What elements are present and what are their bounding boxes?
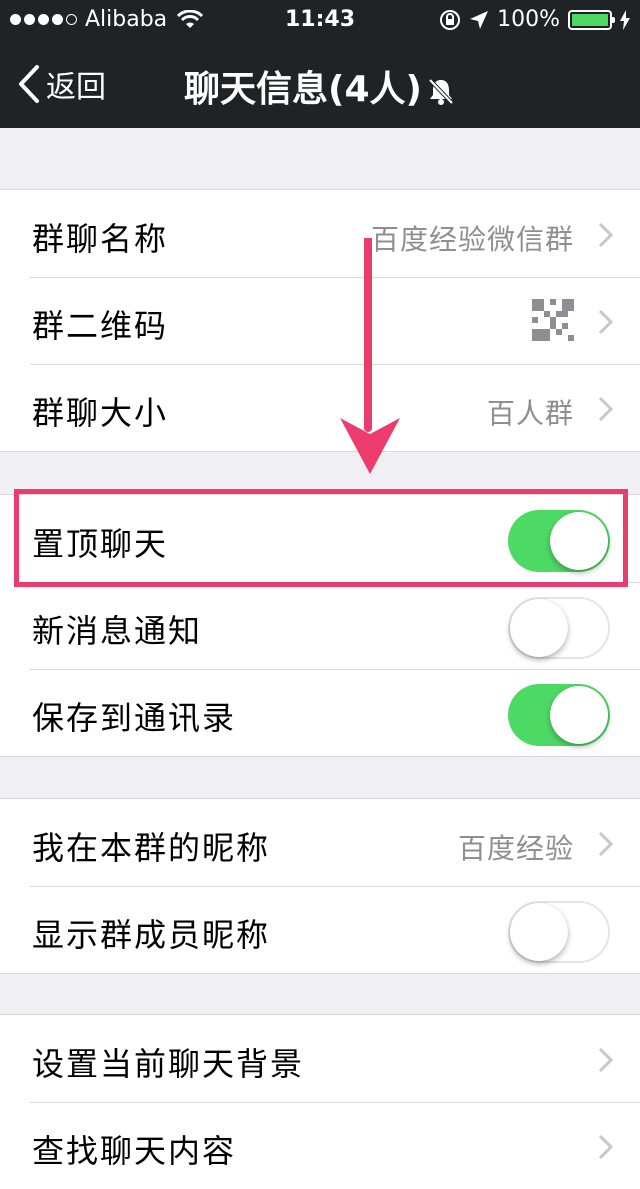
- save-to-contacts-toggle[interactable]: [508, 684, 610, 746]
- status-right: 100%: [439, 7, 630, 32]
- svg-text:jingyan.baidu.com: jingyan.baidu.com: [497, 1085, 595, 1099]
- toggle-knob: [510, 599, 568, 657]
- cell-new-message-notification: 新消息通知: [0, 582, 640, 669]
- toggle-knob: [510, 903, 568, 961]
- cell-label: 显示群成员昵称: [32, 916, 271, 954]
- cell-group-qr-code[interactable]: 群二维码: [0, 277, 640, 364]
- cell-value: 百度经验: [457, 832, 574, 865]
- cell-value: 百人群: [486, 397, 574, 430]
- notification-toggle[interactable]: [508, 597, 610, 659]
- cell-my-nickname[interactable]: 我在本群的昵称 百度经验: [0, 799, 640, 886]
- page-title-text: 聊天信息(4人): [184, 69, 422, 110]
- svg-text:Bai: Bai: [494, 1050, 520, 1070]
- group-info: 群聊名称 百度经验微信群 群二维码 群聊大小 百人群: [0, 189, 640, 452]
- cell-pin-chat: 置顶聊天: [0, 495, 640, 582]
- cell-label: 群聊名称: [32, 220, 169, 258]
- chevron-right-icon: [598, 831, 614, 857]
- location-arrow-icon: [470, 10, 489, 29]
- qr-code-icon: [532, 299, 574, 341]
- cell-label: 群二维码: [32, 307, 169, 345]
- status-bar: Alibaba 11:43 100%: [0, 0, 640, 40]
- navigation-bar: 返回 聊天信息(4人): [0, 40, 640, 128]
- cell-label: 我在本群的昵称: [32, 829, 271, 867]
- cell-label: 群聊大小: [32, 394, 169, 432]
- battery-percent: 100%: [497, 7, 560, 32]
- baidu-jingyan-watermark: Bai 经验 jingyan.baidu.com: [494, 1042, 602, 1099]
- group-toggles: 置顶聊天 新消息通知 保存到通讯录: [0, 494, 640, 757]
- page-title: 聊天信息(4人): [0, 60, 640, 112]
- cell-show-member-nicknames: 显示群成员昵称: [0, 886, 640, 973]
- cell-save-to-contacts: 保存到通讯录: [0, 669, 640, 756]
- toggle-knob: [550, 686, 608, 744]
- show-nicknames-toggle[interactable]: [508, 901, 610, 963]
- battery-icon: [568, 9, 615, 30]
- group-nickname: 我在本群的昵称 百度经验 显示群成员昵称: [0, 798, 640, 974]
- toggle-knob: [550, 512, 608, 570]
- cell-label: 设置当前聊天背景: [32, 1045, 305, 1083]
- cell-label: 保存到通讯录: [32, 699, 237, 737]
- cell-search-chat[interactable]: 查找聊天内容: [0, 1102, 640, 1189]
- pin-chat-toggle[interactable]: [508, 510, 610, 572]
- svg-text:经验: 经验: [566, 1050, 602, 1071]
- cell-group-size[interactable]: 群聊大小 百人群: [0, 364, 640, 451]
- cell-group-name[interactable]: 群聊名称 百度经验微信群: [0, 190, 640, 277]
- cell-label: 查找聊天内容: [32, 1132, 237, 1170]
- charging-icon: [620, 9, 630, 30]
- chevron-right-icon: [598, 309, 614, 335]
- chevron-right-icon: [598, 222, 614, 248]
- cell-label: 置顶聊天: [32, 525, 169, 563]
- rotation-lock-icon: [440, 9, 461, 30]
- cell-value: 百度经验微信群: [370, 223, 574, 256]
- chevron-right-icon: [598, 396, 614, 422]
- mute-bell-icon: [428, 78, 454, 105]
- chevron-right-icon: [598, 1134, 614, 1160]
- cell-label: 新消息通知: [32, 612, 203, 650]
